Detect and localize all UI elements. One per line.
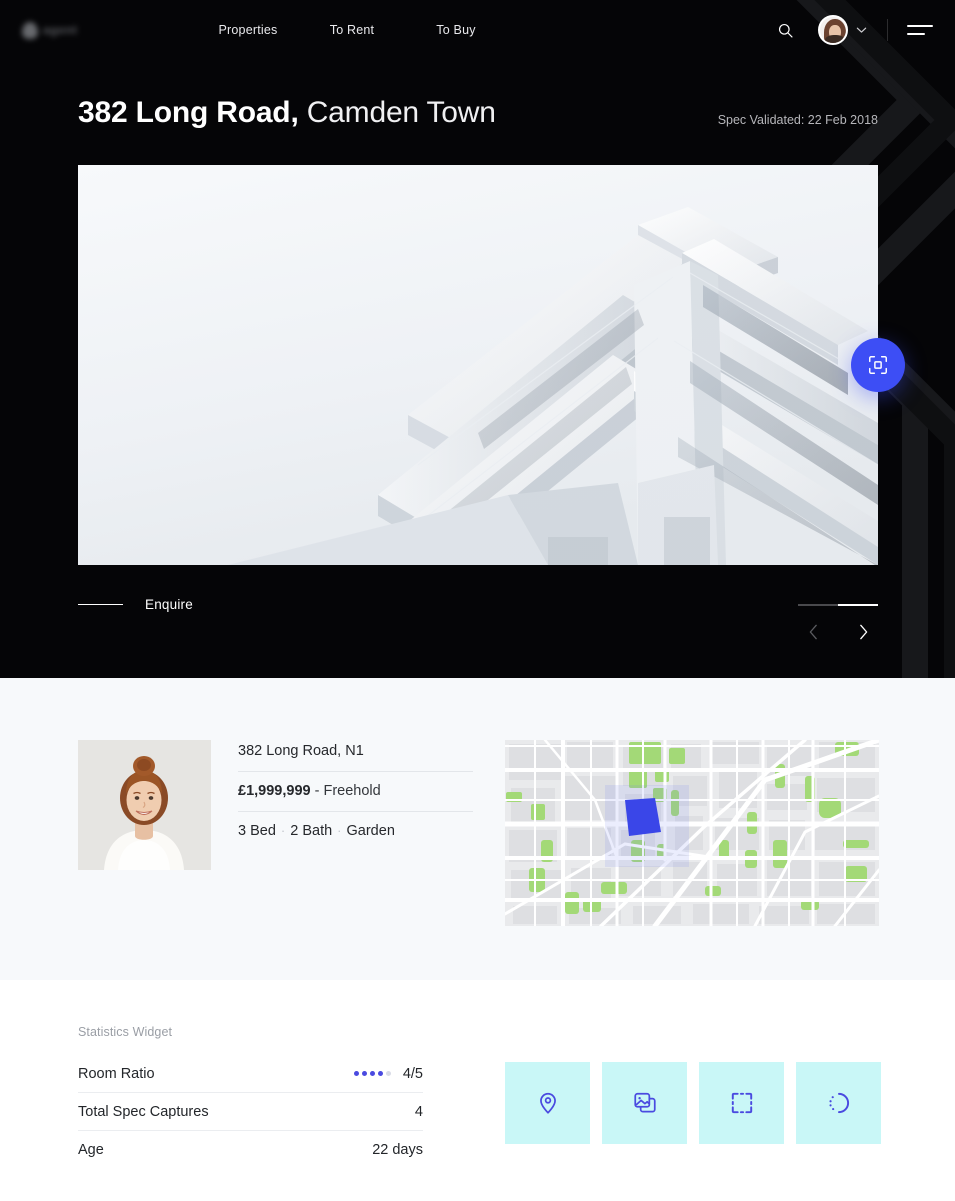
primary-nav: Properties To Rent To Buy — [196, 17, 508, 43]
feature-bed: 3 Bed — [238, 823, 276, 839]
stat-label-age: Age — [78, 1142, 104, 1158]
feature-separator-1: · — [280, 823, 286, 838]
tile-status-button[interactable] — [796, 1062, 881, 1144]
property-price: £1,999,999 — [238, 783, 311, 799]
hero-section: agent Properties To Rent To Buy 382 Long… — [0, 0, 955, 678]
spec-validated-label: Spec Validated: 22 Feb 2018 — [717, 113, 878, 127]
tile-location-button[interactable] — [505, 1062, 590, 1144]
page-title: 382 Long Road, Camden Town — [78, 96, 496, 130]
tenure-separator: - — [310, 783, 324, 799]
carousel-prev-button[interactable] — [798, 617, 828, 647]
chevron-down-icon — [856, 27, 867, 33]
rating-dot-5 — [385, 1071, 391, 1076]
property-facts-list: 382 Long Road, N1 £1,999,999 - Freehold … — [238, 738, 473, 851]
hamburger-menu-icon[interactable] — [907, 20, 933, 40]
stat-row-room-ratio: Room Ratio 4/5 — [78, 1055, 423, 1093]
property-address: 382 Long Road, N1 — [238, 738, 473, 772]
selection-frame-icon — [731, 1092, 752, 1114]
feature-garden: Garden — [346, 823, 395, 839]
map-pin-icon — [539, 1092, 556, 1114]
statistics-widget-title: Statistics Widget — [78, 1025, 173, 1039]
statistics-table: Room Ratio 4/5 Total Spec Captures 4 Age… — [78, 1055, 423, 1169]
property-details-section: 382 Long Road, N1 £1,999,999 - Freehold … — [0, 678, 955, 980]
loading-circle-icon — [828, 1092, 849, 1114]
rating-dot-4 — [377, 1071, 383, 1076]
property-detail-page: agent Properties To Rent To Buy 382 Long… — [0, 0, 955, 1201]
scan-frame-button[interactable] — [851, 338, 905, 392]
hero-property-image[interactable] — [78, 165, 878, 565]
room-ratio-rating-dots — [353, 1071, 391, 1076]
nav-link-properties[interactable]: Properties — [196, 17, 300, 43]
stat-label-room-ratio: Room Ratio — [78, 1065, 155, 1082]
stat-row-age: Age 22 days — [78, 1131, 423, 1169]
stat-row-total-spec-captures: Total Spec Captures 4 — [78, 1093, 423, 1131]
statistics-section: Statistics Widget Room Ratio 4/5 Total S… — [0, 980, 955, 1201]
enquire-dash — [78, 603, 123, 606]
carousel-progress-bar — [798, 604, 878, 606]
avatar-body — [825, 35, 845, 43]
carousel-progress-segment-1 — [798, 604, 838, 606]
property-price-row: £1,999,999 - Freehold — [238, 772, 473, 812]
nav-right-cluster — [770, 15, 933, 45]
tile-floorplan-button[interactable] — [699, 1062, 784, 1144]
rating-dot-3 — [369, 1071, 375, 1076]
page-title-comma: , — [290, 96, 299, 129]
photo-gallery-icon — [633, 1092, 656, 1113]
stat-value-room-ratio: 4/5 — [402, 1065, 423, 1082]
logo-mark-icon — [22, 21, 38, 39]
tile-gallery-button[interactable] — [602, 1062, 687, 1144]
agent-portrait-photo — [78, 740, 211, 870]
property-features-row: 3 Bed · 2 Bath · Garden — [238, 812, 473, 851]
rating-dot-1 — [353, 1071, 359, 1076]
page-title-area: Camden Town — [298, 96, 496, 129]
rating-dot-2 — [361, 1071, 367, 1076]
feature-bath: 2 Bath — [290, 823, 333, 839]
property-tenure: Freehold — [323, 783, 381, 799]
nav-divider — [887, 19, 888, 41]
hamburger-line-1 — [907, 25, 933, 27]
stat-value-total-spec-captures: 4 — [414, 1103, 423, 1120]
top-navigation-bar: agent Properties To Rent To Buy — [0, 0, 955, 60]
brand-logo[interactable]: agent — [22, 19, 100, 41]
search-icon[interactable] — [770, 15, 800, 45]
hamburger-line-2 — [907, 33, 925, 35]
nav-link-to-rent[interactable]: To Rent — [300, 17, 404, 43]
page-title-row: 382 Long Road, Camden Town Spec Validate… — [78, 96, 878, 130]
property-location-map[interactable] — [505, 740, 879, 926]
carousel-arrows — [798, 617, 878, 647]
account-menu[interactable] — [818, 15, 867, 45]
enquire-button[interactable]: Enquire — [78, 597, 193, 612]
avatar — [818, 15, 848, 45]
enquire-label: Enquire — [145, 597, 193, 612]
action-tiles — [505, 1062, 881, 1144]
carousel-next-button[interactable] — [848, 617, 878, 647]
stat-label-total-spec-captures: Total Spec Captures — [78, 1103, 209, 1120]
logo-text: agent — [43, 23, 78, 37]
page-title-street: 382 Long Road — [78, 96, 291, 129]
stat-value-age: 22 days — [372, 1142, 423, 1158]
carousel-progress-segment-2 — [838, 604, 878, 606]
nav-link-to-buy[interactable]: To Buy — [404, 17, 508, 43]
feature-separator-2: · — [337, 823, 342, 838]
